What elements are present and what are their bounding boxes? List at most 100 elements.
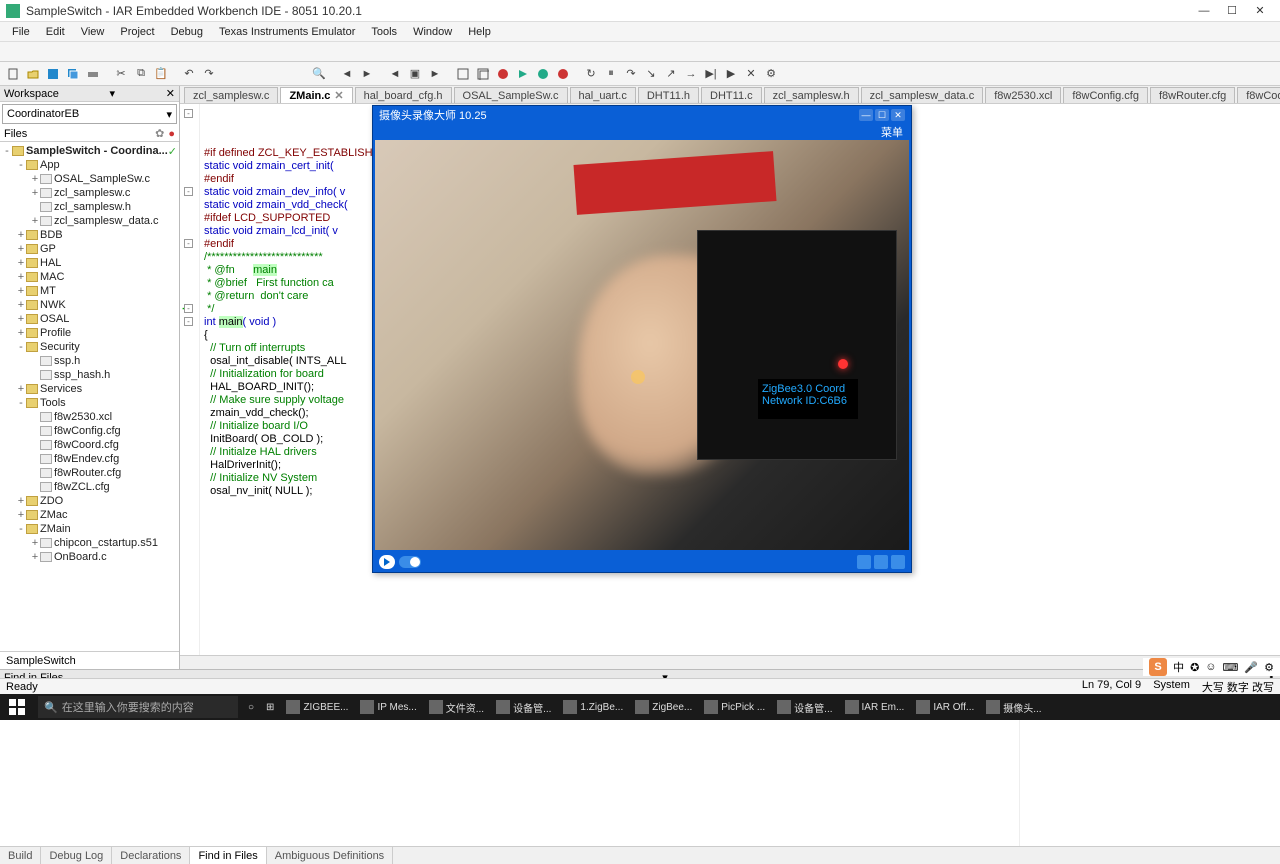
tree-item[interactable]: +zcl_samplesw.c <box>2 186 177 200</box>
editor-tab[interactable]: zcl_samplesw.h <box>764 87 859 103</box>
search-icon[interactable]: 🔍 <box>310 65 328 83</box>
editor-tab[interactable]: f8wRouter.cfg <box>1150 87 1235 103</box>
taskbar-item[interactable]: 摄像头... <box>980 694 1047 720</box>
close-button[interactable]: ✕ <box>1246 2 1274 20</box>
go2-icon[interactable]: ▶ <box>722 65 740 83</box>
camera-window[interactable]: 摄像头录像大师 10.25 — ☐ ✕ 菜单 ZigBee3.0 CoordNe… <box>372 105 912 573</box>
taskbar-search[interactable]: 🔍 在这里输入你要搜索的内容 <box>38 696 238 718</box>
camera-toggle[interactable] <box>399 556 421 568</box>
editor-tab[interactable]: DHT11.c <box>701 87 762 103</box>
menu-texas-instruments-emulator[interactable]: Texas Instruments Emulator <box>211 26 363 38</box>
start-button[interactable] <box>0 694 34 720</box>
tree-item[interactable]: +ZMac <box>2 508 177 522</box>
taskbar-item[interactable]: 设备管... <box>490 694 557 720</box>
sogou-ime-icon[interactable]: S <box>1149 658 1167 676</box>
menu-view[interactable]: View <box>73 26 113 38</box>
cortana-icon[interactable]: ○ <box>242 694 260 720</box>
save-icon[interactable] <box>44 65 62 83</box>
compile-icon[interactable] <box>454 65 472 83</box>
tree-item[interactable]: +OSAL_SampleSw.c <box>2 172 177 186</box>
undo-icon[interactable]: ↶ <box>180 65 198 83</box>
bookmark-prev-icon[interactable]: ◄ <box>386 65 404 83</box>
tree-item[interactable]: ssp_hash.h <box>2 368 177 382</box>
tree-item[interactable]: f8wConfig.cfg <box>2 424 177 438</box>
bookmark-toggle-icon[interactable]: ▣ <box>406 65 424 83</box>
tree-item[interactable]: +MT <box>2 284 177 298</box>
camera-play-button[interactable] <box>379 555 395 569</box>
tree-item[interactable]: zcl_samplesw.h <box>2 200 177 214</box>
editor-tab[interactable]: zcl_samplesw.c <box>184 87 278 103</box>
ime-settings-icon[interactable]: ⚙ <box>1264 661 1274 674</box>
tree-item[interactable]: +Profile <box>2 326 177 340</box>
menu-help[interactable]: Help <box>460 26 499 38</box>
ime-punct-icon[interactable]: ✪ <box>1190 661 1199 674</box>
taskbar-item[interactable]: IP Mes... <box>354 694 422 720</box>
open-icon[interactable] <box>24 65 42 83</box>
nav-fwd-icon[interactable]: ► <box>358 65 376 83</box>
redo-icon[interactable]: ↷ <box>200 65 218 83</box>
project-tree[interactable]: -SampleSwitch - Coordina...✓-App+OSAL_Sa… <box>0 142 179 651</box>
editor-tab[interactable]: f8w2530.xcl <box>985 87 1061 103</box>
menu-window[interactable]: Window <box>405 26 460 38</box>
tree-item[interactable]: f8wCoord.cfg <box>2 438 177 452</box>
tree-item[interactable]: +BDB <box>2 228 177 242</box>
go-icon[interactable] <box>534 65 552 83</box>
nav-back-icon[interactable]: ◄ <box>338 65 356 83</box>
ime-mic-icon[interactable]: 🎤 <box>1244 661 1258 674</box>
ime-lang-icon[interactable]: 中 <box>1173 659 1184 675</box>
paste-icon[interactable]: 📋 <box>152 65 170 83</box>
download-debug-icon[interactable] <box>514 65 532 83</box>
editor-tab[interactable]: f8wConfig.cfg <box>1063 87 1148 103</box>
bookmark-next-icon[interactable]: ► <box>426 65 444 83</box>
tree-item[interactable]: +MAC <box>2 270 177 284</box>
print-icon[interactable] <box>84 65 102 83</box>
tree-item[interactable]: +chipcon_cstartup.s51 <box>2 536 177 550</box>
editor-tab[interactable]: OSAL_SampleSw.c <box>454 87 568 103</box>
workspace-close-icon[interactable]: ✕ <box>166 87 175 100</box>
saveall-icon[interactable] <box>64 65 82 83</box>
cut-icon[interactable]: ✂ <box>112 65 130 83</box>
stop2-icon[interactable]: ✕ <box>742 65 760 83</box>
menu-file[interactable]: File <box>4 26 38 38</box>
editor-tab[interactable]: hal_uart.c <box>570 87 636 103</box>
bottom-tab-declarations[interactable]: Declarations <box>112 847 190 864</box>
tree-item[interactable]: -Security <box>2 340 177 354</box>
step-into-icon[interactable]: ↘ <box>642 65 660 83</box>
task-view-icon[interactable]: ⊞ <box>260 694 280 720</box>
tree-item[interactable]: f8wZCL.cfg <box>2 480 177 494</box>
camera-max-button[interactable]: ☐ <box>875 109 889 121</box>
bottom-tab-ambiguous-definitions[interactable]: Ambiguous Definitions <box>267 847 393 864</box>
tree-item[interactable]: f8w2530.xcl <box>2 410 177 424</box>
editor-tab[interactable]: hal_board_cfg.h <box>355 87 452 103</box>
step-out-icon[interactable]: ↗ <box>662 65 680 83</box>
camera-fullscreen-button[interactable] <box>874 555 888 569</box>
tree-item[interactable]: +HAL <box>2 256 177 270</box>
menu-edit[interactable]: Edit <box>38 26 73 38</box>
workspace-tab[interactable]: SampleSwitch <box>0 651 179 669</box>
tree-item[interactable]: +ZDO <box>2 494 177 508</box>
next-stmt-icon[interactable]: → <box>682 65 700 83</box>
camera-menu[interactable]: 菜单 <box>881 127 903 139</box>
bottom-tab-find-in-files[interactable]: Find in Files <box>190 847 266 864</box>
tree-item[interactable]: +GP <box>2 242 177 256</box>
tree-item[interactable]: +OSAL <box>2 312 177 326</box>
camera-close-button[interactable]: ✕ <box>891 109 905 121</box>
copy-icon[interactable]: ⧉ <box>132 65 150 83</box>
editor-tab[interactable]: DHT11.h <box>638 87 699 103</box>
tree-item[interactable]: -Tools <box>2 396 177 410</box>
tree-item[interactable]: f8wEndev.cfg <box>2 452 177 466</box>
bottom-tab-build[interactable]: Build <box>0 847 41 864</box>
tree-item[interactable]: +OnBoard.c <box>2 550 177 564</box>
workspace-dropdown-icon[interactable]: ▾ <box>110 87 116 100</box>
editor-tab[interactable]: f8wCoord.cfg <box>1237 87 1280 103</box>
tree-item[interactable]: -SampleSwitch - Coordina...✓ <box>2 144 177 158</box>
tree-item[interactable]: f8wRouter.cfg <box>2 466 177 480</box>
menu-tools[interactable]: Tools <box>363 26 405 38</box>
tab-close-icon[interactable]: ✕ <box>334 89 343 102</box>
camera-settings-button[interactable] <box>891 555 905 569</box>
menu-debug[interactable]: Debug <box>163 26 211 38</box>
minimize-button[interactable]: — <box>1190 2 1218 20</box>
maximize-button[interactable]: ☐ <box>1218 2 1246 20</box>
tree-item[interactable]: -ZMain <box>2 522 177 536</box>
ime-emoji-icon[interactable]: ☺ <box>1205 661 1216 673</box>
